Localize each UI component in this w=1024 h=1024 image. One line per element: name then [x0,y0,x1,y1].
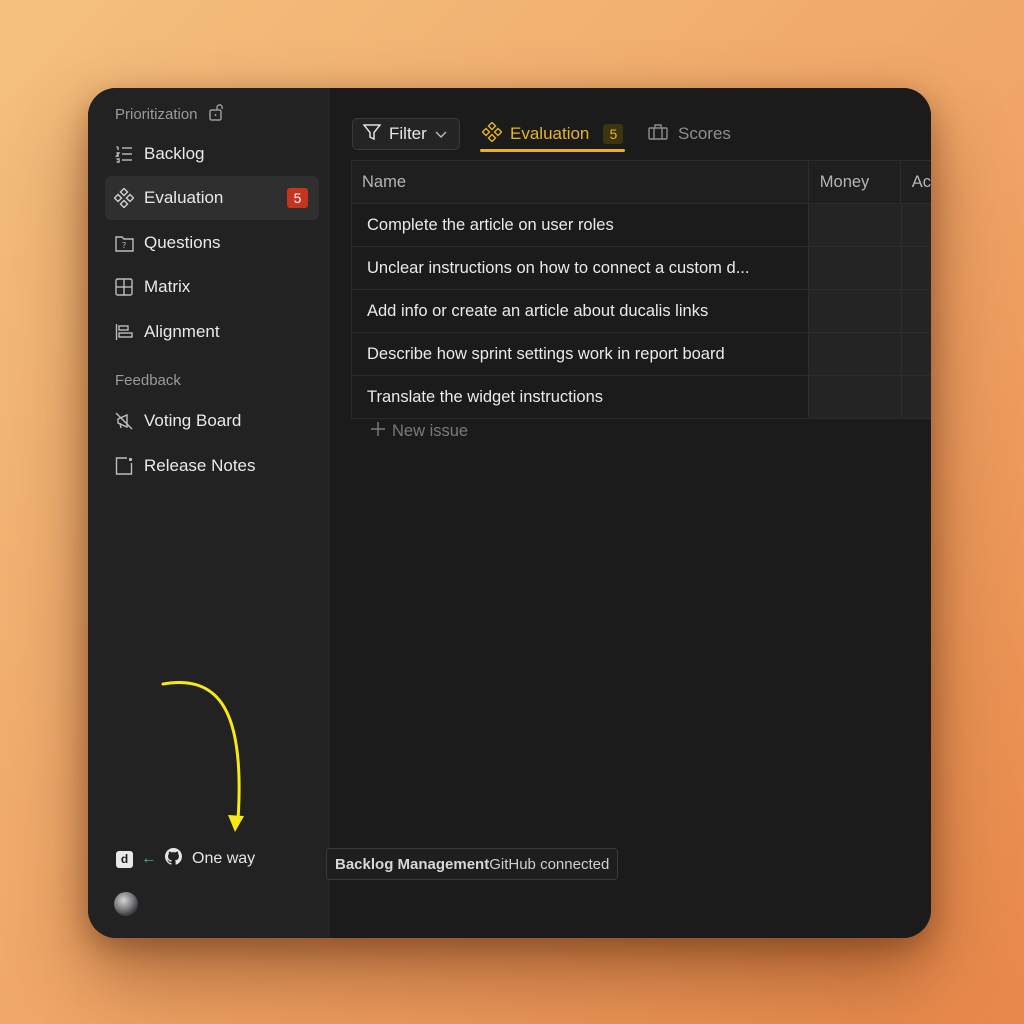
issue-name[interactable]: Add info or create an article about duca… [351,290,809,332]
annotation-arrow [161,681,244,832]
column-header-ac[interactable]: Ac [900,161,931,203]
sidebar-item-label: Voting Board [144,411,242,430]
main-panel: Filter Evaluation 5 Scores Name Money Ac… [330,88,931,938]
money-cell[interactable] [809,333,902,375]
list-icon [114,144,134,164]
table-row[interactable]: Describe how sprint settings work in rep… [351,333,931,376]
tab-count-badge: 5 [603,124,624,144]
sync-status[interactable]: d ← One way [116,848,255,870]
new-issue-button[interactable]: New issue [370,421,468,442]
svg-text:?: ? [122,241,126,250]
sidebar-item-questions[interactable]: ? Questions [105,221,319,265]
sidebar-item-alignment[interactable]: Alignment [105,310,319,354]
table-header-row: Name Money Ac [351,160,931,204]
ac-cell[interactable] [902,247,931,289]
sidebar-item-label: Backlog [144,144,205,163]
github-icon [165,848,183,870]
sidebar-item-evaluation[interactable]: Evaluation 5 [105,176,319,220]
megaphone-off-icon [114,411,134,431]
toolbar: Filter Evaluation 5 Scores [352,118,731,152]
issue-name[interactable]: Unclear instructions on how to connect a… [351,247,809,289]
money-cell[interactable] [809,247,902,289]
sidebar-item-release-notes[interactable]: Release Notes [105,444,319,488]
github-connection-tooltip: Backlog Management GitHub connected [326,848,619,880]
sidebar-item-backlog[interactable]: Backlog [105,132,319,176]
table-row[interactable]: Complete the article on user roles [351,204,931,247]
issue-name[interactable]: Complete the article on user roles [351,204,809,246]
plus-icon [370,421,386,442]
active-tab-indicator [480,149,626,152]
ac-cell[interactable] [902,333,931,375]
tab-scores[interactable]: Scores [648,118,731,150]
sync-label: One way [192,850,256,867]
sidebar-item-label: Matrix [144,277,191,296]
table-row[interactable]: Add info or create an article about duca… [351,290,931,333]
unlock-icon[interactable] [208,103,224,125]
issues-table: Name Money Ac Complete the article on us… [351,160,931,419]
arrow-left-icon: ← [141,850,157,867]
grid-icon [114,277,134,297]
money-cell[interactable] [809,376,902,418]
alignment-icon [114,322,134,342]
column-header-name[interactable]: Name [351,161,809,203]
sidebar-item-label: Alignment [144,322,220,341]
table-row[interactable]: Unclear instructions on how to connect a… [351,247,931,290]
table-row[interactable]: Translate the widget instructions [351,376,931,419]
question-folder-icon: ? [114,233,134,253]
ac-cell[interactable] [902,290,931,332]
money-cell[interactable] [809,290,902,332]
sidebar-item-matrix[interactable]: Matrix [105,265,319,309]
sidebar-item-voting-board[interactable]: Voting Board [105,399,319,443]
avatar[interactable] [114,892,138,916]
ducalis-logo-icon: d [116,850,133,868]
briefcase-icon [648,123,668,145]
count-badge: 5 [287,188,308,208]
tab-evaluation[interactable]: Evaluation 5 [480,118,626,152]
money-cell[interactable] [809,204,902,246]
diamond-grid-icon [481,120,503,147]
column-header-money[interactable]: Money [808,161,901,203]
section-heading-feedback: Feedback [115,372,181,389]
sidebar-item-label: Release Notes [144,456,256,475]
ac-cell[interactable] [902,376,931,418]
filter-icon [362,123,382,146]
diamond-grid-icon [114,188,134,208]
filter-button[interactable]: Filter [352,118,460,150]
sidebar-item-label: Evaluation [144,188,224,207]
section-heading-prioritization: Prioritization [115,103,224,125]
issue-name[interactable]: Translate the widget instructions [351,376,809,418]
ac-cell[interactable] [902,204,931,246]
issue-name[interactable]: Describe how sprint settings work in rep… [351,333,809,375]
sidebar-item-label: Questions [144,233,221,252]
note-icon [114,456,134,476]
chevron-down-icon [435,124,447,144]
